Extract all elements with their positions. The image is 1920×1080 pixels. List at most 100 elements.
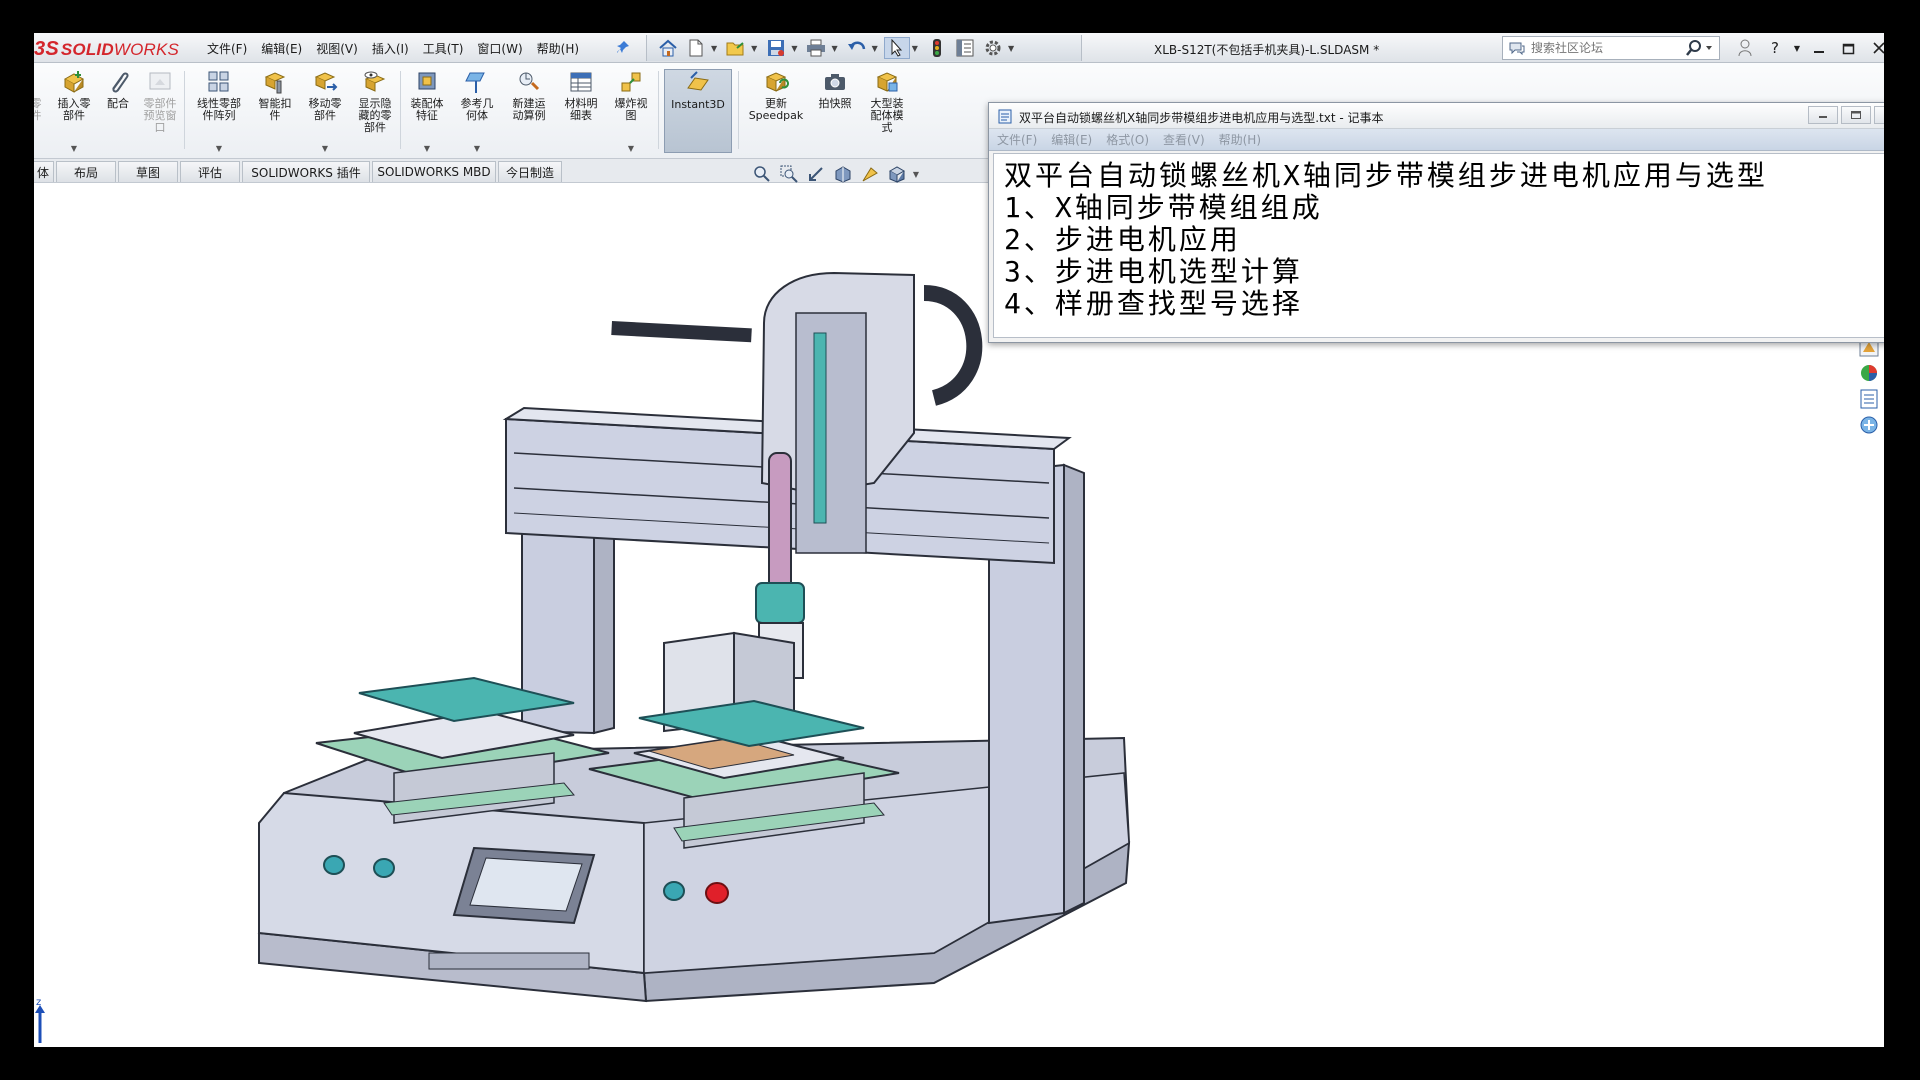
- save-icon[interactable]: [763, 37, 789, 59]
- search-input[interactable]: [1531, 41, 1681, 55]
- menu-help[interactable]: 帮助(H): [530, 40, 586, 57]
- zoom-to-area-icon[interactable]: [775, 163, 802, 185]
- solidworks-logo[interactable]: 3S SOLIDWORKS: [34, 38, 179, 60]
- display-style-icon[interactable]: ▼: [910, 163, 922, 185]
- previous-view-icon[interactable]: [802, 163, 829, 185]
- select-pointer-icon[interactable]: [883, 37, 910, 59]
- custom-properties-icon[interactable]: [1858, 388, 1880, 410]
- new-dropdown-icon[interactable]: ▼: [711, 44, 717, 53]
- print-icon[interactable]: [803, 37, 829, 59]
- tab-make-today[interactable]: 今日制造: [498, 161, 562, 182]
- ribbon-button-part[interactable]: 零 件: [34, 69, 44, 153]
- options-dropdown-icon[interactable]: ▼: [1008, 44, 1014, 53]
- bill-of-materials-icon: [570, 72, 592, 92]
- community-search-box[interactable]: [1502, 36, 1720, 60]
- ribbon-button-exploded-view[interactable]: 爆炸视 图 ▼: [608, 69, 654, 153]
- tab-sketch[interactable]: 草图: [118, 161, 178, 182]
- section-view-icon[interactable]: [829, 163, 856, 185]
- notepad-window[interactable]: 双平台自动锁螺丝机X轴同步带模组步进电机应用与选型.txt - 记事本 文件(F…: [988, 102, 1884, 343]
- minimize-icon[interactable]: [1804, 36, 1834, 60]
- ribbon-label-bill-of-materials: 材料明 细表: [564, 97, 598, 122]
- notepad-title: 双平台自动锁螺丝机X轴同步带模组步进电机应用与选型.txt - 记事本: [1019, 111, 1384, 125]
- notepad-line: 4、样册查找型号选择: [1004, 287, 1303, 320]
- move-component-icon: [314, 72, 338, 91]
- ribbon-button-take-snapshot[interactable]: 拍快照: [812, 69, 858, 153]
- zoom-to-fit-icon[interactable]: [748, 163, 775, 185]
- speech-bubble-icon: [1509, 42, 1525, 55]
- tab-solidworks-addins[interactable]: SOLIDWORKS 插件: [242, 161, 370, 182]
- ribbon-button-show-hidden[interactable]: 显示隐 藏的零 部件: [352, 69, 398, 153]
- tab-layout[interactable]: 布局: [56, 161, 116, 182]
- update-speedpak-icon: [765, 72, 789, 92]
- user-account-icon[interactable]: [1730, 36, 1760, 60]
- notepad-menu-help[interactable]: 帮助(H): [1219, 131, 1261, 148]
- close-icon[interactable]: [1864, 36, 1884, 60]
- appearances-icon[interactable]: [1858, 362, 1880, 384]
- ribbon-button-update-speedpak[interactable]: 更新 Speedpak: [744, 69, 808, 153]
- notepad-menu-format[interactable]: 格式(O): [1106, 131, 1149, 148]
- ribbon-button-new-motion-study[interactable]: 新建运 动算例: [504, 69, 554, 153]
- linear-pattern-icon: [208, 71, 229, 92]
- ribbon-button-assembly-features[interactable]: 装配体 特征 ▼: [404, 69, 450, 153]
- open-dropdown-icon[interactable]: ▼: [751, 44, 757, 53]
- print-dropdown-icon[interactable]: ▼: [831, 44, 837, 53]
- move-component-dropdown-icon[interactable]: ▼: [322, 144, 328, 153]
- dynamic-annotation-icon[interactable]: [856, 163, 883, 185]
- undo-dropdown-icon[interactable]: ▼: [872, 44, 878, 53]
- pin-icon[interactable]: [616, 40, 630, 54]
- file-properties-icon[interactable]: [952, 37, 978, 59]
- notepad-menu-view[interactable]: 查看(V): [1163, 131, 1205, 148]
- notepad-menu-file[interactable]: 文件(F): [997, 131, 1037, 148]
- notepad-titlebar[interactable]: 双平台自动锁螺丝机X轴同步带模组步进电机应用与选型.txt - 记事本: [989, 103, 1884, 129]
- home-icon[interactable]: [655, 37, 681, 59]
- notepad-close-icon[interactable]: [1874, 106, 1884, 124]
- menu-view[interactable]: 视图(V): [309, 40, 365, 57]
- linear-pattern-dropdown-icon[interactable]: ▼: [216, 144, 222, 153]
- select-dropdown-icon[interactable]: ▼: [912, 44, 918, 53]
- traffic-light-icon[interactable]: [924, 37, 950, 59]
- help-question-icon[interactable]: ?: [1760, 36, 1790, 60]
- tab-evaluate[interactable]: 评估: [180, 161, 240, 182]
- search-magnifier-icon[interactable]: [1685, 39, 1715, 61]
- restore-icon[interactable]: [1834, 36, 1864, 60]
- solidworks-titlebar: 3S SOLIDWORKS 文件(F) 编辑(E) 视图(V) 插入(I) 工具(…: [34, 33, 1884, 63]
- open-folder-icon[interactable]: [723, 37, 749, 59]
- component-preview-icon: [149, 72, 171, 90]
- menu-edit[interactable]: 编辑(E): [254, 40, 309, 57]
- help-dropdown-icon[interactable]: ▼: [1790, 36, 1804, 60]
- ribbon-button-bill-of-materials[interactable]: 材料明 细表: [558, 69, 604, 153]
- notepad-menu-edit[interactable]: 编辑(E): [1051, 131, 1092, 148]
- notepad-minimize-icon[interactable]: [1808, 106, 1838, 124]
- options-gear-icon[interactable]: [980, 37, 1006, 59]
- ribbon-button-smart-fasteners[interactable]: 智能扣 件: [252, 69, 298, 153]
- undo-icon[interactable]: [844, 37, 870, 59]
- reference-geometry-dropdown-icon[interactable]: ▼: [474, 144, 480, 153]
- ribbon-button-large-assembly-mode[interactable]: 大型装 配体模 式: [862, 69, 912, 153]
- notepad-text-area[interactable]: 双平台自动锁螺丝机X轴同步带模组步进电机应用与选型 1、X轴同步带模组组成 2、…: [993, 153, 1884, 338]
- ribbon-button-move-component[interactable]: 移动零 部件 ▼: [302, 69, 348, 153]
- ribbon-label-show-hidden: 显示隐 藏的零 部件: [358, 97, 392, 134]
- tab-assembly[interactable]: 体: [34, 161, 54, 182]
- menu-tools[interactable]: 工具(T): [416, 40, 471, 57]
- ribbon-button-instant3d[interactable]: Instant3D: [664, 69, 732, 153]
- new-document-icon[interactable]: [683, 37, 709, 59]
- menu-file[interactable]: 文件(F): [200, 40, 254, 57]
- ribbon-button-linear-pattern[interactable]: 线性零部 件阵列 ▼: [188, 69, 250, 153]
- ribbon-button-mate[interactable]: 配合: [100, 69, 136, 153]
- ribbon-label-update-speedpak: 更新 Speedpak: [748, 97, 804, 122]
- notepad-restore-icon[interactable]: [1841, 106, 1871, 124]
- save-dropdown-icon[interactable]: ▼: [791, 44, 797, 53]
- assembly-features-dropdown-icon[interactable]: ▼: [424, 144, 430, 153]
- insert-components-dropdown-icon[interactable]: ▼: [71, 144, 77, 153]
- menu-window[interactable]: 窗口(W): [470, 40, 529, 57]
- exploded-view-dropdown-icon[interactable]: ▼: [628, 144, 634, 153]
- solidworks-resources-icon[interactable]: [1858, 414, 1880, 436]
- main-menubar: 文件(F) 编辑(E) 视图(V) 插入(I) 工具(T) 窗口(W) 帮助(H…: [200, 40, 586, 57]
- view-orientation-icon[interactable]: [883, 163, 910, 185]
- menu-insert[interactable]: 插入(I): [365, 40, 416, 57]
- ribbon-button-reference-geometry[interactable]: 参考几 何体 ▼: [454, 69, 500, 153]
- ribbon-button-insert-components[interactable]: 插入零 部件 ▼: [52, 69, 96, 153]
- ribbon-label-smart-fasteners: 智能扣 件: [258, 97, 292, 122]
- quick-access-toolbar: ▼ ▼ ▼ ▼ ▼ ▼ ▼: [646, 35, 1082, 61]
- tab-solidworks-mbd[interactable]: SOLIDWORKS MBD: [372, 161, 496, 182]
